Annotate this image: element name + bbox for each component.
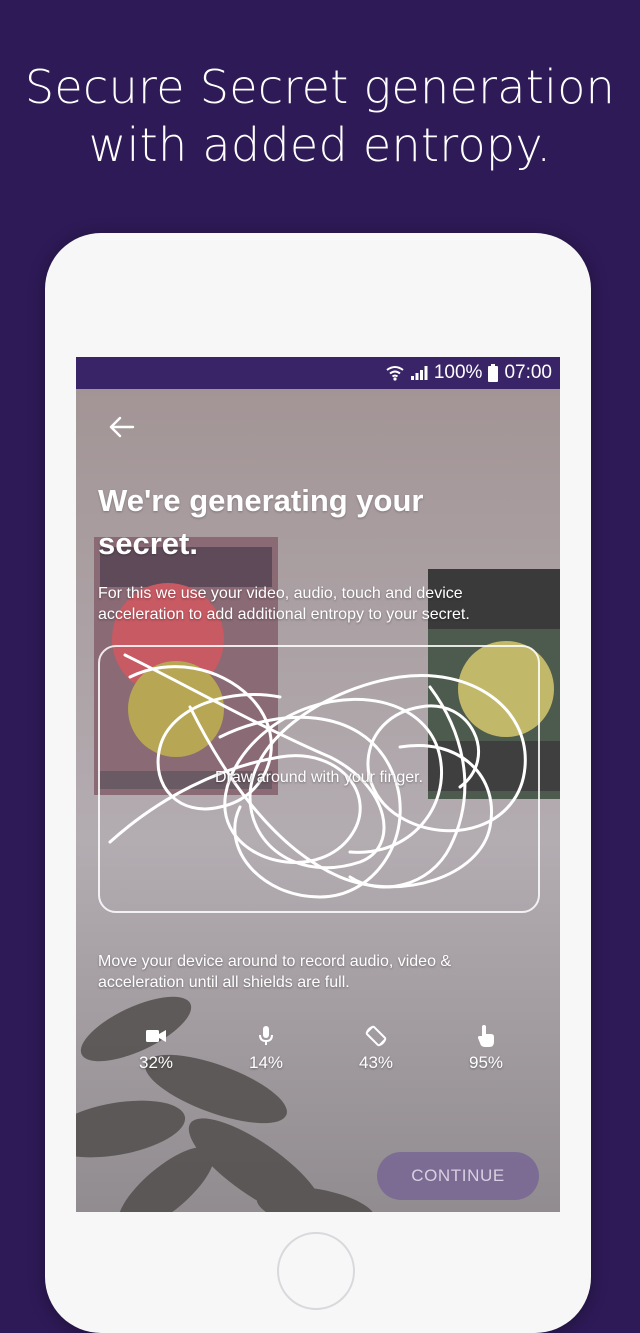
- continue-button[interactable]: CONTINUE: [377, 1152, 539, 1200]
- video-camera-icon: [146, 1025, 166, 1047]
- battery-percentage: 100%: [433, 362, 483, 383]
- audio-meter: 14%: [216, 1025, 316, 1077]
- back-button[interactable]: [104, 409, 140, 445]
- arrow-left-icon: [109, 416, 135, 438]
- headline: Secure Secret generation with added entr…: [0, 58, 640, 174]
- audio-meter-value: 14%: [248, 1053, 284, 1072]
- entropy-meters: 32% 14% 43% 95%: [106, 1025, 536, 1077]
- move-instruction: Move your device around to record audio,…: [98, 953, 452, 991]
- acceleration-meter: 43%: [326, 1025, 426, 1077]
- description: For this we use your video, audio, touch…: [98, 585, 470, 623]
- touch-finger-icon: [477, 1025, 495, 1047]
- status-bar: 100% 07:00: [76, 357, 560, 389]
- video-meter: 32%: [106, 1025, 206, 1077]
- signal-icon: [410, 365, 428, 381]
- screen-rotation-icon: [364, 1025, 388, 1047]
- wifi-icon: [386, 365, 404, 381]
- draw-area[interactable]: Draw around with your finger.: [98, 645, 540, 913]
- home-button: [277, 1232, 355, 1310]
- acceleration-meter-value: 43%: [358, 1053, 394, 1072]
- screen-title: We're generating your secret.: [98, 483, 424, 561]
- headline-line-1: Secure Secret generation: [24, 60, 616, 114]
- video-meter-value: 32%: [138, 1053, 174, 1072]
- headline-line-2: with added entropy.: [88, 118, 552, 172]
- draw-hint: Draw around with your finger.: [214, 769, 424, 786]
- clock: 07:00: [504, 362, 552, 383]
- app-screen: 100% 07:00 We're generating your secret.…: [76, 357, 560, 1212]
- touch-meter: 95%: [436, 1025, 536, 1077]
- microphone-icon: [259, 1025, 273, 1047]
- touch-meter-value: 95%: [468, 1053, 504, 1072]
- battery-icon: [488, 364, 499, 382]
